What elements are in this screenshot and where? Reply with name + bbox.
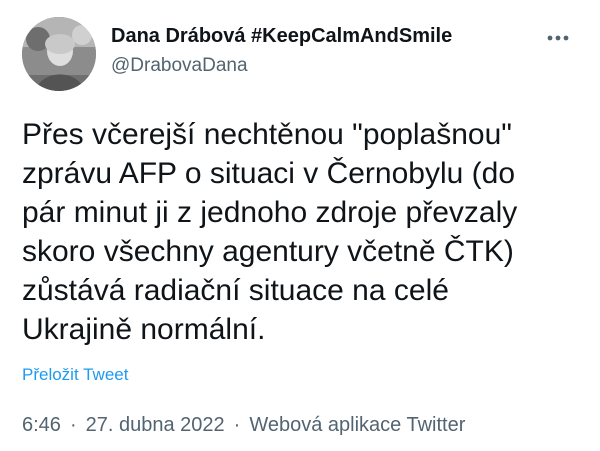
tweet-metadata: 6:46 · 27. dubna 2022 · Webová aplikace Twit… — [22, 412, 465, 438]
meta-separator: · — [69, 414, 77, 436]
author-handle[interactable]: @DrabovaDana — [111, 54, 248, 78]
user-avatar-photo-icon — [22, 17, 96, 91]
tweet-source[interactable]: Webová aplikace Twitter — [249, 414, 465, 436]
more-options-icon — [547, 35, 569, 41]
more-options-button[interactable] — [540, 26, 576, 50]
author-avatar[interactable] — [22, 17, 96, 91]
meta-separator: · — [233, 414, 241, 436]
tweet-text: Přes včerejší nechtěnou "poplašnou" zprá… — [22, 118, 518, 346]
tweet-time[interactable]: 6:46 — [22, 414, 61, 436]
tweet-date[interactable]: 27. dubna 2022 — [86, 414, 225, 436]
translate-tweet-link[interactable]: Přeložit Tweet — [22, 365, 128, 385]
tweet-card: Dana Drábová #KeepCalmAndSmile @DrabovaD… — [0, 0, 600, 451]
author-display-name[interactable]: Dana Drábová #KeepCalmAndSmile — [111, 23, 452, 49]
